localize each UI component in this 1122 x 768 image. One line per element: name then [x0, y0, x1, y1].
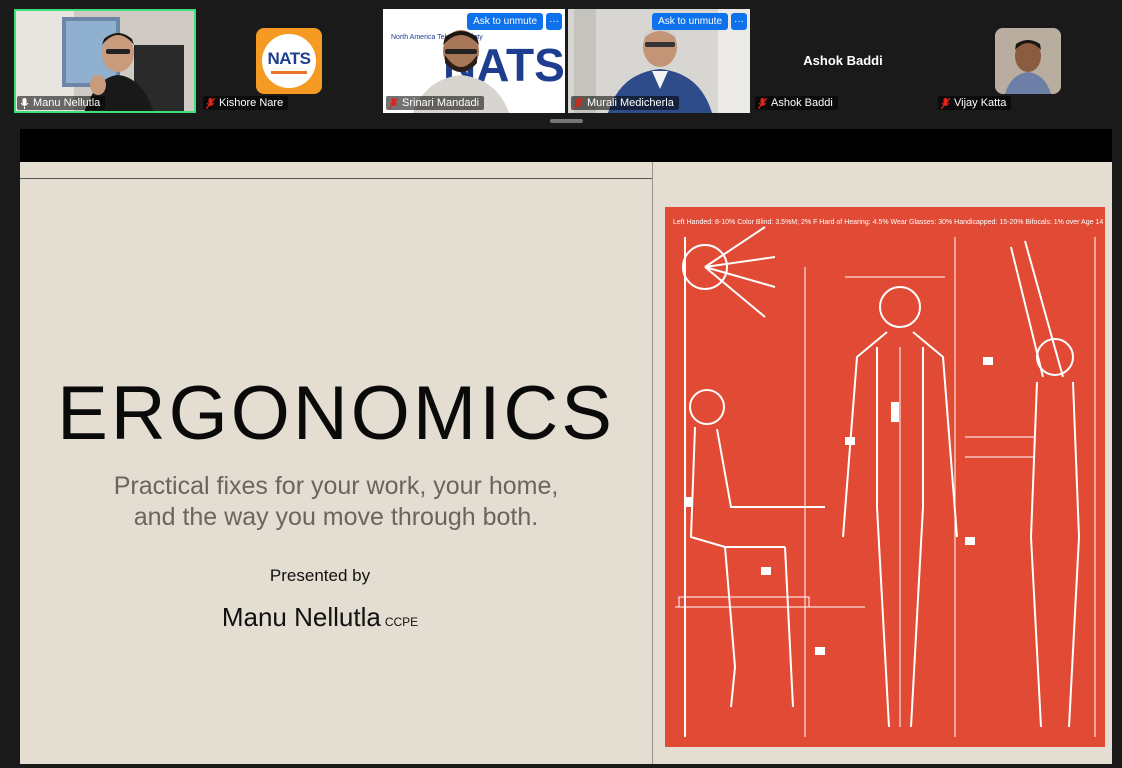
ask-to-unmute-button[interactable]: Ask to unmute	[652, 13, 728, 30]
slide-title-panel: ERGONOMICS Practical fixes for your work…	[20, 162, 652, 764]
presenter-credential: CCPE	[384, 615, 419, 629]
microphone-icon	[20, 97, 29, 109]
participant-name-tag: Kishore Nare	[203, 96, 289, 110]
muted-microphone-icon	[758, 97, 767, 109]
muted-microphone-icon	[941, 97, 950, 109]
participant-name: Ashok Baddi	[771, 97, 833, 109]
muted-microphone-icon	[574, 97, 583, 109]
human-figure-dimensions-illustration	[675, 226, 1096, 737]
participant-name-tag: Vijay Katta	[938, 96, 1012, 110]
shared-screen-top-bar	[20, 129, 1112, 162]
participant-name: Murali Medicherla	[587, 97, 674, 109]
slide-subtitle: Practical fixes for your work, your home…	[20, 471, 652, 533]
resize-drag-handle[interactable]	[550, 119, 583, 123]
participant-name: Manu Nellutla	[33, 97, 101, 109]
anthropometric-diagram-image: Left Handed: 8-10% Color Blind: 3.5%M; 2…	[665, 207, 1105, 747]
participant-display-name: Ashok Baddi	[803, 53, 883, 68]
participant-strip: Manu Nellutla NATS Kishore Nare NATS Nor…	[0, 0, 1122, 118]
participant-tile-srinari-mandadi[interactable]: NATS North America Telugu Society Ask to…	[383, 9, 565, 113]
participant-name: Kishore Nare	[219, 97, 284, 109]
participant-name-tag: Ashok Baddi	[755, 96, 838, 110]
slide-divider	[652, 162, 653, 764]
participant-name: Srinari Mandadi	[402, 97, 480, 109]
participant-tile-manu-nellutla[interactable]: Manu Nellutla	[14, 9, 196, 113]
participant-name-tag: Murali Medicherla	[571, 96, 679, 110]
slide-title: ERGONOMICS	[57, 371, 615, 456]
participant-tile-murali-medicherla[interactable]: Ask to unmute ··· Murali Medicherla	[568, 9, 750, 113]
diagram-header-text: Left Handed: 8-10% Color Blind: 3.5%M; 2…	[673, 219, 1104, 226]
logo-text: NATS	[267, 48, 311, 68]
participant-tile-ashok-baddi[interactable]: Ashok Baddi Ashok Baddi	[752, 9, 934, 113]
shared-screen: ERGONOMICS Practical fixes for your work…	[20, 129, 1112, 764]
participant-tile-kishore-nare[interactable]: NATS Kishore Nare	[200, 9, 382, 113]
muted-microphone-icon	[389, 97, 398, 109]
participant-name: Vijay Katta	[954, 97, 1007, 109]
participant-tile-vijay-katta[interactable]: Vijay Katta	[935, 9, 1117, 113]
presented-by-label: Presented by	[269, 566, 371, 585]
subtitle-line-1: Practical fixes for your work, your home…	[113, 472, 559, 500]
presenter-name-line: Manu Nellutla CCPE	[20, 602, 620, 633]
muted-microphone-icon	[206, 97, 215, 109]
subtitle-line-2: and the way you move through both.	[133, 503, 539, 531]
presenter-name: Manu Nellutla	[221, 602, 381, 632]
profile-photo-avatar	[995, 28, 1061, 94]
slide-rule-line	[20, 178, 652, 179]
more-options-button[interactable]: ···	[731, 13, 747, 30]
participant-name-tag: Manu Nellutla	[17, 96, 106, 110]
ask-to-unmute-button[interactable]: Ask to unmute	[467, 13, 543, 30]
participant-name-tag: Srinari Mandadi	[386, 96, 485, 110]
nats-logo-avatar: NATS	[256, 28, 322, 94]
more-options-button[interactable]: ···	[546, 13, 562, 30]
